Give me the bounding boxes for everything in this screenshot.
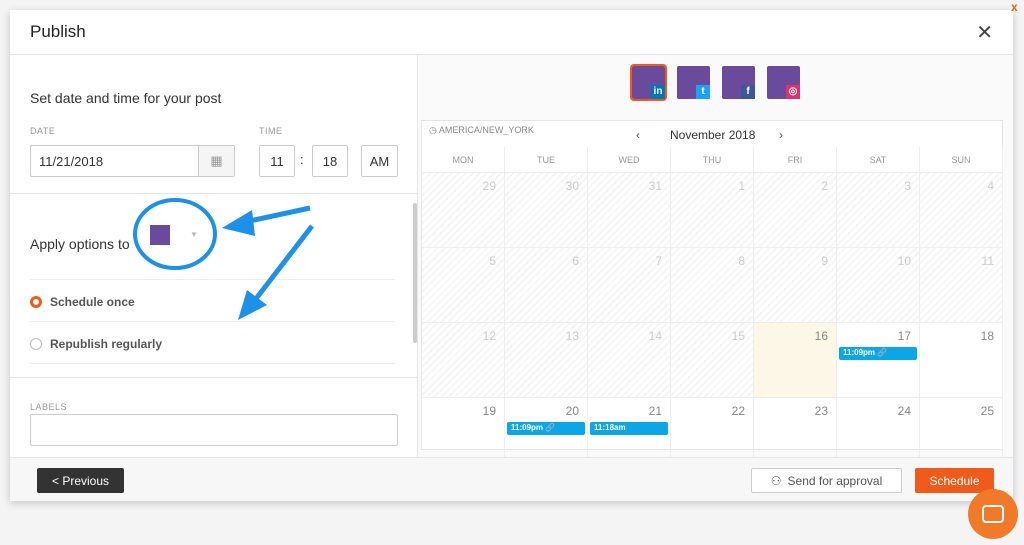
chat-button[interactable] bbox=[968, 489, 1018, 539]
arrow-head bbox=[222, 210, 255, 236]
annotation-overlay bbox=[133, 198, 314, 320]
arrow-head bbox=[238, 290, 267, 320]
outer-close-icon[interactable]: x bbox=[1011, 0, 1018, 14]
chat-icon bbox=[982, 505, 1004, 523]
arrow-annotation bbox=[253, 224, 314, 302]
arrow-annotation bbox=[244, 205, 311, 225]
highlight-circle bbox=[133, 198, 217, 270]
